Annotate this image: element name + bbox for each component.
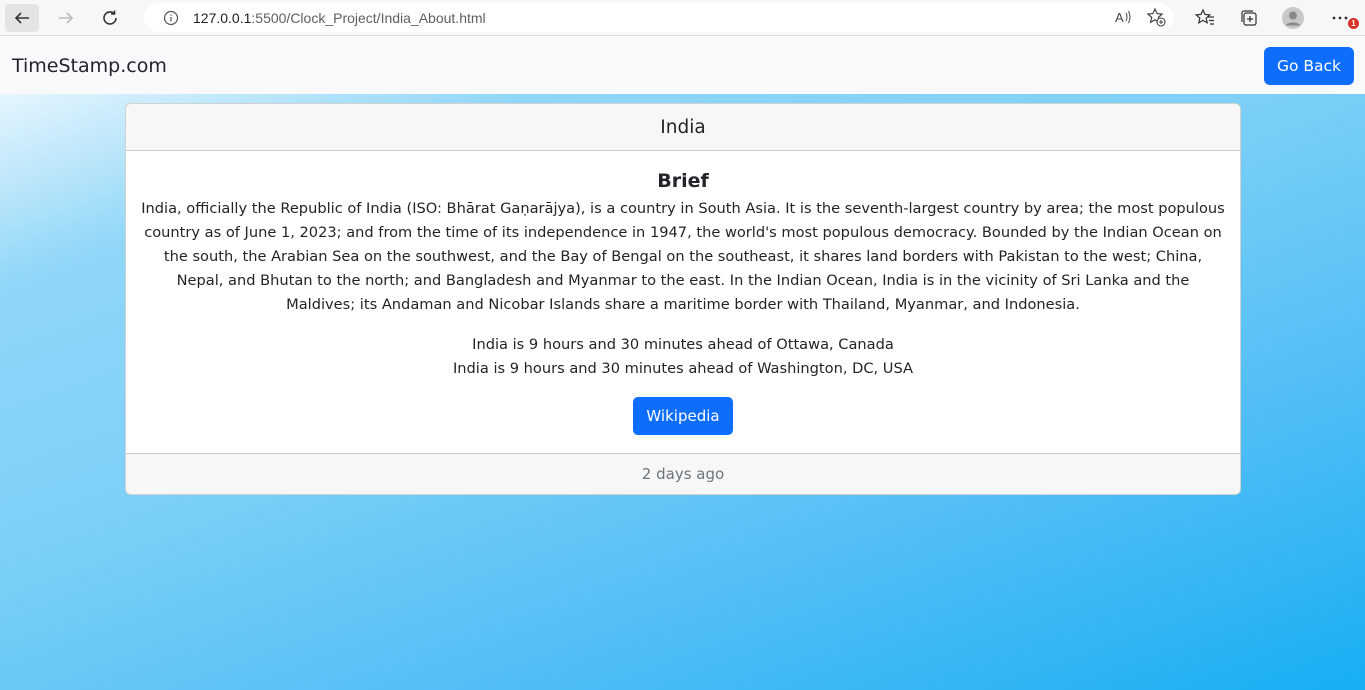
read-aloud-icon[interactable]: A: [1114, 8, 1132, 30]
card-header: India: [126, 104, 1240, 151]
country-card: India Brief India, officially the Republ…: [125, 103, 1241, 495]
forward-arrow-icon: [59, 11, 74, 24]
card-title: Brief: [657, 170, 709, 192]
add-favorite-icon[interactable]: [1146, 7, 1166, 31]
collections-icon[interactable]: [1227, 0, 1271, 36]
back-button[interactable]: [5, 3, 39, 32]
forward-button[interactable]: [49, 4, 83, 32]
go-back-button[interactable]: Go Back: [1263, 46, 1354, 85]
time-diff-washington: India is 9 hours and 30 minutes ahead of…: [452, 360, 914, 377]
reload-button[interactable]: [93, 4, 127, 32]
browser-toolbar: 127.0.0.1:5500/Clock_Project/India_About…: [0, 0, 1365, 36]
reload-icon: [103, 10, 117, 25]
address-bar[interactable]: 127.0.0.1:5500/Clock_Project/India_About…: [144, 3, 1174, 32]
url-path: :5500/Clock_Project/India_About.html: [251, 9, 486, 26]
svg-text:A: A: [1115, 10, 1124, 25]
wikipedia-button[interactable]: Wikipedia: [633, 397, 733, 435]
url-text[interactable]: 127.0.0.1:5500/Clock_Project/India_About…: [193, 10, 486, 26]
notification-badge: 1: [1348, 18, 1359, 29]
country-description: India, officially the Republic of India …: [141, 200, 1225, 313]
time-diff-ottawa: India is 9 hours and 30 minutes ahead of…: [472, 336, 894, 353]
site-info-icon[interactable]: [162, 9, 180, 27]
favorites-icon[interactable]: [1183, 0, 1227, 36]
page-background: TimeStamp.com Go Back India Brief India,…: [0, 37, 1365, 690]
profile-avatar-icon[interactable]: [1271, 0, 1315, 36]
url-host: 127.0.0.1: [193, 9, 252, 26]
brand-logo[interactable]: TimeStamp.com: [12, 55, 167, 77]
card-body: Brief India, officially the Republic of …: [126, 151, 1240, 435]
time-difference: India is 9 hours and 30 minutes ahead of…: [140, 333, 1226, 381]
back-arrow-icon: [14, 11, 29, 24]
settings-more-icon[interactable]: 1: [1315, 0, 1365, 36]
navbar: TimeStamp.com Go Back: [0, 37, 1365, 94]
card-footer: 2 days ago: [126, 453, 1240, 494]
